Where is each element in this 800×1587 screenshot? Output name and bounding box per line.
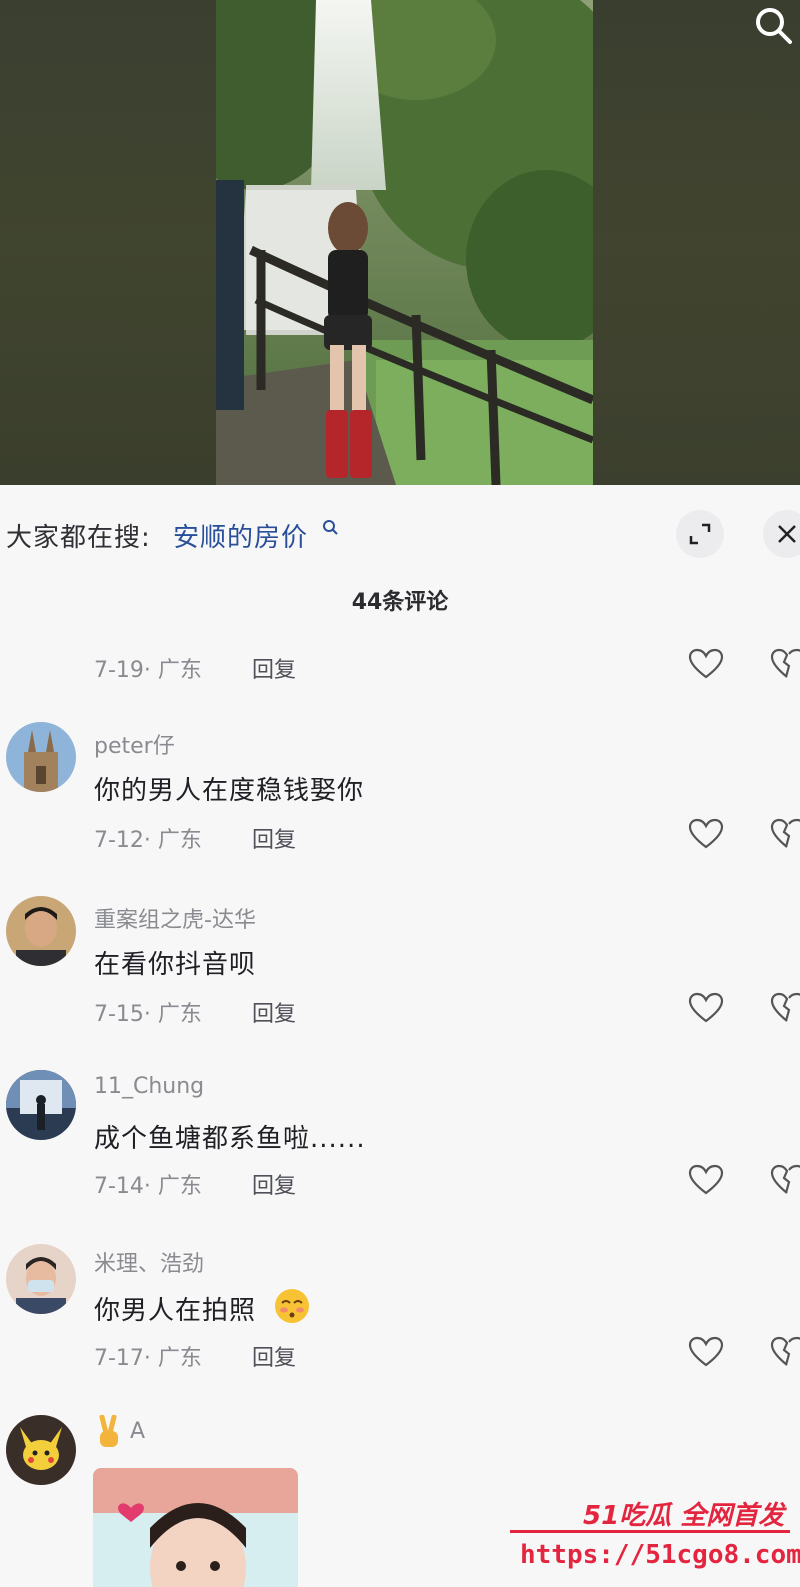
avatar-silhouette-image (6, 1070, 76, 1140)
broken-heart-icon[interactable] (770, 992, 800, 1024)
avatar[interactable] (6, 1415, 76, 1485)
avatar[interactable] (6, 1244, 76, 1314)
watermark-divider (510, 1530, 790, 1533)
avatar[interactable] (6, 1070, 76, 1140)
comment-meta: 7-12· 广东 (94, 828, 202, 853)
watermark-title: 51吃瓜 全网首发 (583, 1501, 785, 1531)
heart-icon[interactable] (688, 1336, 724, 1368)
comment-text: 你男人在拍照 (94, 1296, 257, 1326)
avatar-pikachu-image (6, 1415, 76, 1485)
video-scene-image (216, 0, 593, 485)
comment-username[interactable]: peter仔 (94, 728, 175, 760)
victory-hand-emoji-icon (99, 1415, 118, 1447)
comment-username[interactable]: A (130, 1419, 145, 1444)
comment-username[interactable]: 重案组之虎-达华 (94, 902, 256, 934)
expand-icon (689, 523, 711, 545)
avatar[interactable] (6, 722, 76, 792)
comment-meta: 7-17· 广东 (94, 1346, 202, 1371)
comment-reply-button[interactable]: 回复 (252, 1168, 296, 1200)
child-sticker-image (93, 1468, 298, 1587)
search-small-icon (323, 520, 338, 535)
broken-heart-icon[interactable] (770, 648, 800, 680)
hot-search-term[interactable]: 安顺的房价 (173, 517, 308, 554)
heart-icon[interactable] (688, 818, 724, 850)
video-blur-left (0, 0, 216, 485)
comment-text: 你的男人在度稳钱娶你 (94, 776, 365, 806)
comment-count: 44条评论 (351, 590, 449, 615)
comment-sticker-image[interactable] (93, 1468, 298, 1587)
comment-meta: 7-15· 广东 (94, 1002, 202, 1027)
comment-reply-button[interactable]: 回复 (252, 1340, 296, 1372)
avatar[interactable] (6, 896, 76, 966)
video-blur-right (593, 0, 800, 485)
avatar-man-image (6, 896, 76, 966)
comment-meta: 7-19· 广东 (94, 658, 202, 683)
comment-meta: 7-14· 广东 (94, 1174, 202, 1199)
shy-face-emoji-icon (275, 1289, 309, 1323)
broken-heart-icon[interactable] (770, 818, 800, 850)
close-button[interactable] (763, 510, 800, 558)
avatar-cathedral-image (6, 722, 76, 792)
video-player[interactable] (0, 0, 800, 485)
comment-text: 成个鱼塘都系鱼啦...... (94, 1124, 366, 1154)
expand-button[interactable] (676, 510, 724, 558)
comment-text: 在看你抖音呗 (94, 950, 257, 980)
heart-icon[interactable] (688, 1164, 724, 1196)
hot-search-prefix: 大家都在搜: (6, 523, 151, 553)
watermark-url: https://51cgo8.com (520, 1540, 800, 1570)
search-icon (756, 8, 792, 44)
heart-icon[interactable] (688, 648, 724, 680)
video-search-button[interactable] (752, 4, 796, 48)
video-frame[interactable] (216, 0, 593, 485)
heart-icon[interactable] (688, 992, 724, 1024)
close-icon (778, 525, 796, 543)
broken-heart-icon[interactable] (770, 1336, 800, 1368)
comment-username[interactable]: 米理、浩劲 (94, 1246, 204, 1278)
comment-reply-button[interactable]: 回复 (252, 822, 296, 854)
comment-reply-button[interactable]: 回复 (252, 996, 296, 1028)
comment-username[interactable]: 11_Chung (94, 1074, 204, 1099)
comment-reply-button[interactable]: 回复 (252, 652, 296, 684)
broken-heart-icon[interactable] (770, 1164, 800, 1196)
avatar-masked-man-image (6, 1244, 76, 1314)
